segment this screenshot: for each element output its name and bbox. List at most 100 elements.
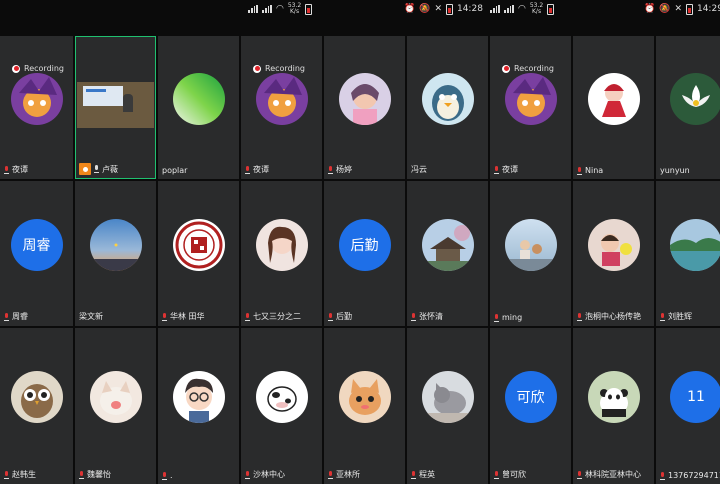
participant-tile[interactable]: 沙林中心 bbox=[241, 328, 322, 484]
participant-name: 杨婷 bbox=[336, 165, 352, 174]
avatar bbox=[89, 370, 142, 423]
participant-tile[interactable]: Recording 夜谭 bbox=[490, 36, 571, 179]
avatar-initials: 周睿 bbox=[22, 237, 51, 254]
avatar: 11 bbox=[670, 370, 720, 423]
mic-muted-icon bbox=[494, 470, 499, 479]
mic-muted-icon bbox=[245, 312, 250, 321]
recording-icon bbox=[253, 64, 261, 73]
participant-name: 梁文新 bbox=[79, 312, 103, 321]
participant-tile[interactable]: 11 13767294711 bbox=[656, 328, 720, 484]
avatar bbox=[338, 72, 391, 125]
avatar bbox=[255, 218, 308, 271]
signal-icon bbox=[490, 5, 500, 13]
participant-name: 夜谭 bbox=[12, 165, 28, 174]
participant-tile[interactable]: . bbox=[158, 328, 239, 484]
participant-name-row: yunyun bbox=[660, 166, 690, 175]
participant-tile[interactable]: 后勤 后勤 bbox=[324, 181, 405, 326]
alarm-icon: ⏰ bbox=[404, 4, 416, 14]
participant-tile[interactable]: ming bbox=[490, 181, 571, 326]
participant-tile[interactable]: Nina bbox=[573, 36, 654, 179]
participant-name-row: 刘胜辉 bbox=[660, 311, 692, 322]
participant-tile[interactable]: 张怀清 bbox=[407, 181, 488, 326]
recording-indicator: Recording bbox=[253, 64, 305, 73]
participant-tile[interactable]: 赵韩生 bbox=[0, 328, 73, 484]
battery-icon bbox=[685, 3, 693, 15]
participant-tile[interactable]: 七又三分之二 bbox=[241, 181, 322, 326]
participant-name-row: 泡桐中心杨传艳 bbox=[577, 311, 641, 322]
participant-tile[interactable]: 周睿 周睿 bbox=[0, 181, 73, 326]
participant-name: 后勤 bbox=[336, 312, 352, 321]
participant-tile[interactable]: 杨婷 bbox=[324, 36, 405, 179]
mic-muted-icon bbox=[494, 165, 499, 174]
avatar-initials: 后勤 bbox=[350, 237, 379, 254]
mic-muted-icon bbox=[660, 312, 665, 321]
participant-tile[interactable]: 可欣曾可欣 bbox=[490, 328, 571, 484]
participant-name: 冯云 bbox=[411, 165, 427, 174]
participant-name-row: 张怀清 bbox=[411, 311, 443, 322]
avatar bbox=[172, 72, 225, 125]
participant-tile[interactable]: Recording 夜谭 bbox=[241, 36, 322, 179]
participant-grid: Recording 夜谭 卢薇 poplar Recording 夜谭 杨婷 冯云 Record… bbox=[0, 36, 720, 484]
participant-tile[interactable]: 卢薇 bbox=[75, 36, 156, 179]
avatar bbox=[587, 218, 640, 271]
participant-name-row: 冯云 bbox=[411, 164, 427, 175]
participant-name-row: 程英 bbox=[411, 469, 435, 480]
participant-name-row: 夜谭 bbox=[494, 164, 518, 175]
avatar bbox=[587, 370, 640, 423]
avatar bbox=[10, 370, 63, 423]
participant-tile[interactable]: 梁文新 bbox=[75, 181, 156, 326]
clock-time: 14:28 bbox=[456, 4, 483, 14]
mic-muted-icon bbox=[328, 165, 333, 174]
avatar: 后勤 bbox=[338, 218, 391, 271]
participant-name: 程英 bbox=[419, 470, 435, 479]
mic-muted-icon bbox=[4, 312, 9, 321]
mic-muted-icon bbox=[577, 312, 582, 321]
participant-name: ming bbox=[502, 313, 523, 322]
participant-name-row: ming bbox=[494, 313, 522, 322]
participant-tile[interactable]: 泡桐中心杨传艳 bbox=[573, 181, 654, 326]
participant-name-row: Nina bbox=[577, 166, 603, 175]
participant-name-row: 13767294711 bbox=[660, 471, 720, 480]
participant-name-row: 沙林中心 bbox=[245, 469, 285, 480]
mic-muted-icon bbox=[79, 470, 84, 479]
participant-tile[interactable]: 刘胜辉 bbox=[656, 181, 720, 326]
participant-name: 曾可欣 bbox=[502, 470, 526, 479]
battery-icon bbox=[445, 3, 453, 15]
recording-icon bbox=[502, 64, 510, 73]
participant-name: Nina bbox=[585, 166, 604, 175]
participant-tile[interactable]: yunyun bbox=[656, 36, 720, 179]
participant-name: 刘胜辉 bbox=[668, 312, 692, 321]
mic-icon bbox=[94, 165, 99, 173]
avatar-initials: 可欣 bbox=[516, 389, 545, 406]
participant-name-row: 梁文新 bbox=[79, 311, 103, 322]
participant-tile[interactable]: 魏馨怡 bbox=[75, 328, 156, 484]
participant-name-row: 杨婷 bbox=[328, 164, 352, 175]
mic-muted-icon bbox=[411, 312, 416, 321]
participant-name: 张怀清 bbox=[419, 312, 443, 321]
silent-icon: 🔕 bbox=[659, 4, 671, 14]
participant-name: 周睿 bbox=[12, 312, 28, 321]
mic-muted-icon bbox=[577, 470, 582, 479]
participant-tile[interactable]: Recording 夜谭 bbox=[0, 36, 73, 179]
participant-tile[interactable]: poplar bbox=[158, 36, 239, 179]
participant-tile[interactable]: 华林 田华 bbox=[158, 181, 239, 326]
mic-muted-icon bbox=[494, 313, 499, 322]
participant-name-row: 周睿 bbox=[4, 311, 28, 322]
participant-name: 七又三分之二 bbox=[253, 312, 301, 321]
mute-icon: ✕ bbox=[434, 4, 442, 14]
net-speed: 53.2 K/s bbox=[287, 2, 302, 15]
battery-icon bbox=[305, 3, 313, 15]
participant-tile[interactable]: 亚林所 bbox=[324, 328, 405, 484]
participant-name-row: 卢薇 bbox=[79, 163, 118, 175]
avatar bbox=[89, 218, 142, 271]
battery-icon bbox=[547, 3, 555, 15]
net-speed: 53.2 K/s bbox=[529, 2, 544, 15]
participant-tile[interactable]: 林科院亚林中心 bbox=[573, 328, 654, 484]
recording-label: Recording bbox=[514, 64, 555, 73]
participant-name: 林科院亚林中心 bbox=[585, 470, 641, 479]
mute-icon: ✕ bbox=[674, 4, 682, 14]
participant-tile[interactable]: 冯云 bbox=[407, 36, 488, 179]
participant-name: . bbox=[170, 471, 173, 480]
participant-tile[interactable]: 程英 bbox=[407, 328, 488, 484]
avatar bbox=[670, 72, 720, 125]
